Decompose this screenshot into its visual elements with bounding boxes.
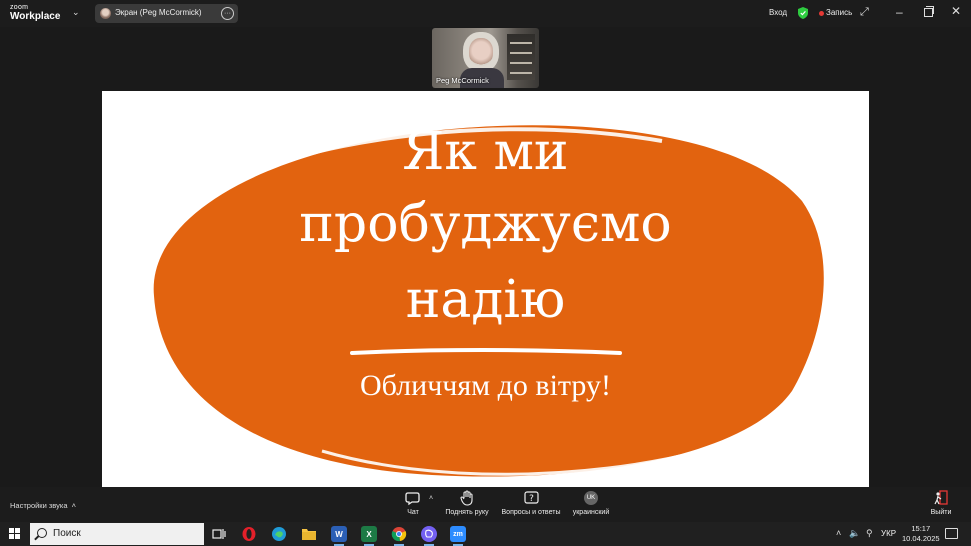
language-label: украинский: [572, 509, 610, 516]
word-icon[interactable]: W: [331, 526, 347, 542]
shared-screen-slide: Як ми пробуджуємо надію Обличчям до вітр…: [102, 91, 869, 487]
chevron-up-icon[interactable]: ˄: [429, 495, 433, 502]
chrome-icon[interactable]: [391, 526, 407, 542]
qa-label: Вопросы и ответы: [501, 509, 561, 516]
chat-icon: [405, 491, 420, 505]
leave-button[interactable]: Выйти: [926, 490, 956, 516]
slide-title-line-3: надію: [405, 270, 566, 330]
clock-date: 10.04.2025: [902, 534, 940, 543]
audio-settings-label: Настройки звука: [10, 501, 68, 510]
participant-face: [469, 38, 493, 66]
participant-video-thumbnail[interactable]: Peg McCormick: [432, 28, 539, 88]
restore-button[interactable]: [924, 6, 934, 17]
participant-name: Peg McCormick: [436, 76, 489, 85]
raise-hand-label: Поднять руку: [445, 509, 489, 516]
chat-label: Чат: [407, 509, 419, 516]
zoom-workplace-logo[interactable]: zoom Workplace: [10, 4, 60, 22]
shield-icon[interactable]: [798, 7, 808, 19]
slide-title-line-2: пробуджуємо: [299, 194, 672, 254]
chevron-up-icon: ˄: [69, 501, 77, 510]
notification-center-icon[interactable]: [945, 528, 958, 539]
show-hidden-icons-icon[interactable]: ˄: [836, 528, 841, 538]
minimize-button[interactable]: –: [896, 5, 903, 19]
taskbar-search-box[interactable]: Поиск: [30, 523, 204, 545]
fullscreen-icon[interactable]: ⤢: [860, 6, 869, 19]
file-explorer-icon[interactable]: [301, 526, 317, 542]
windows-taskbar: Поиск W X zm ˄ 🔈 ⚲ УКР 15:17 10.04.2025: [0, 522, 971, 546]
zoom-title-bar: zoom Workplace ⌄ Экран (Peg McCormick) ·…: [0, 0, 971, 27]
input-language-indicator[interactable]: УКР: [881, 529, 896, 538]
svg-text:?: ?: [529, 494, 534, 504]
slide-subtitle: Обличчям до вітру!: [359, 369, 612, 402]
avatar: [100, 8, 111, 19]
search-icon: [37, 528, 47, 538]
taskbar-clock[interactable]: 15:17 10.04.2025: [902, 524, 940, 544]
logo-zoom-text: zoom: [10, 4, 29, 11]
record-label[interactable]: Запись: [826, 8, 852, 17]
screen-share-label: Экран (Peg McCormick): [115, 8, 202, 17]
leave-icon: [934, 490, 948, 505]
qa-button[interactable]: ? Вопросы и ответы: [497, 490, 565, 516]
language-badge-icon: UK: [584, 491, 598, 505]
question-icon: ?: [523, 490, 539, 504]
task-view-icon[interactable]: [211, 526, 227, 542]
viber-icon[interactable]: [421, 526, 437, 542]
excel-icon[interactable]: X: [361, 526, 377, 542]
zoom-app-icon[interactable]: zm: [450, 526, 466, 542]
record-indicator-icon: [819, 11, 824, 16]
network-icon[interactable]: ⚲: [866, 528, 873, 539]
chat-button[interactable]: Чат: [400, 490, 426, 516]
opera-icon[interactable]: [241, 526, 257, 542]
interpretation-button[interactable]: UK украинский: [569, 490, 613, 516]
raise-hand-button[interactable]: Поднять руку: [443, 490, 491, 516]
speaker-icon[interactable]: 🔈: [849, 528, 860, 539]
clock-time: 15:17: [911, 524, 931, 533]
logo-workplace-text: Workplace: [10, 11, 61, 22]
edge-icon[interactable]: [271, 526, 287, 542]
more-options-icon[interactable]: ···: [221, 7, 234, 20]
bookshelf-background: [507, 34, 535, 80]
chevron-down-icon[interactable]: ⌄: [72, 7, 80, 18]
slide-title-line-1: Як ми: [402, 122, 569, 182]
close-button[interactable]: ✕: [951, 4, 961, 18]
search-placeholder: Поиск: [53, 528, 81, 539]
windows-start-icon[interactable]: [9, 528, 20, 539]
hand-icon: [460, 490, 473, 506]
screen-share-indicator[interactable]: Экран (Peg McCormick) ···: [95, 4, 238, 23]
audio-settings-button[interactable]: Настройки звука ˄: [10, 501, 76, 510]
leave-label: Выйти: [930, 509, 952, 516]
sign-in-button[interactable]: Вход: [769, 8, 787, 17]
meeting-toolbar: Настройки звука ˄ Чат ˄ Поднять руку ? В…: [0, 487, 971, 522]
